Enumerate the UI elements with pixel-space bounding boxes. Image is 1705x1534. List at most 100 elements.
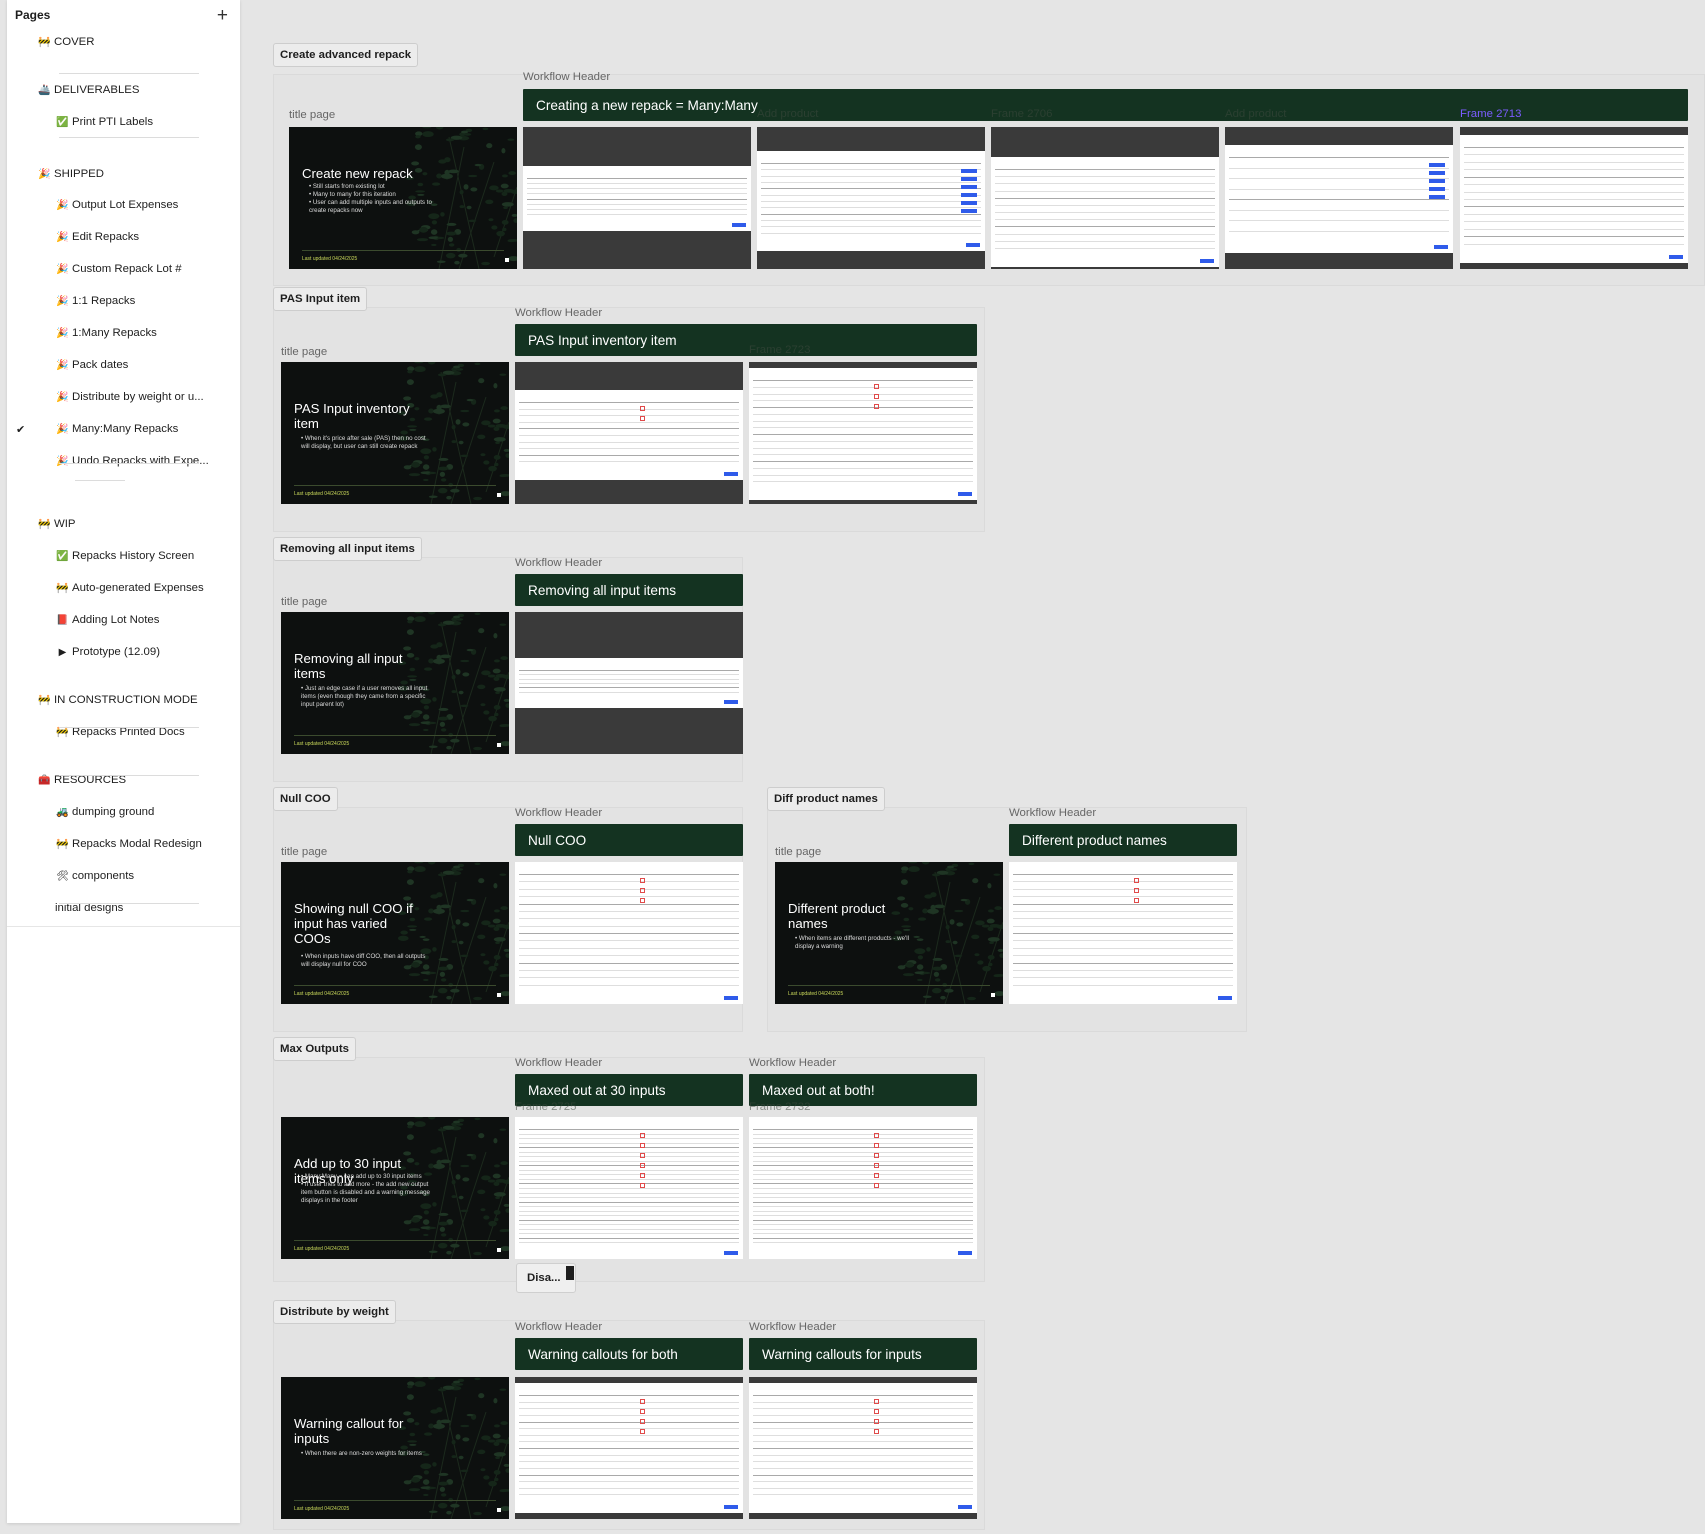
page-item-label: IN CONSTRUCTION MODE bbox=[54, 694, 198, 706]
screen-thumbnail[interactable] bbox=[515, 862, 743, 1004]
table-row bbox=[519, 1183, 739, 1185]
title-page-card[interactable]: Showing null COO if input has varied COO… bbox=[281, 862, 509, 1004]
page-item[interactable]: 🎉 Custom Repack Lot # bbox=[7, 258, 240, 280]
leaf-shape bbox=[453, 615, 461, 619]
screen-thumbnail[interactable] bbox=[749, 1117, 977, 1259]
title-page-card[interactable]: Removing all input items • Just an edge c… bbox=[281, 612, 509, 754]
table-row bbox=[753, 1151, 973, 1153]
workflow-header[interactable]: Warning callouts for both bbox=[515, 1338, 743, 1370]
disabled-tooltip[interactable]: Disa... bbox=[516, 1263, 576, 1293]
workflow-header[interactable]: Null COO bbox=[515, 824, 743, 856]
workflow-header[interactable]: PAS Input inventory item bbox=[515, 324, 977, 356]
screen-thumbnail[interactable] bbox=[523, 127, 751, 269]
page-item[interactable]: 🚧 Auto-generated Expenses bbox=[7, 577, 240, 599]
page-item[interactable]: 🎉 Distribute by weight or u... bbox=[7, 386, 240, 408]
leaf-shape bbox=[495, 924, 507, 928]
leaf-shape bbox=[922, 995, 932, 999]
section-label[interactable]: Removing all input items bbox=[273, 537, 422, 561]
page-item[interactable]: 🚧 Repacks Modal Redesign bbox=[7, 833, 240, 855]
title-page-card[interactable]: Different product names • When items are … bbox=[775, 862, 1003, 1004]
table-row bbox=[753, 393, 973, 395]
page-item[interactable]: 🚧 Repacks Printed Docs bbox=[7, 721, 240, 743]
table-row bbox=[519, 1156, 739, 1158]
page-item-label: 1:1 Repacks bbox=[72, 295, 136, 307]
page-item[interactable]: ✅ Print PTI Labels bbox=[7, 111, 240, 133]
section-label[interactable]: PAS Input item bbox=[273, 287, 368, 311]
screen-thumbnail[interactable] bbox=[749, 362, 977, 504]
page-item[interactable]: ✅ Repacks History Screen bbox=[7, 545, 240, 567]
page-item[interactable]: ✔ 🎉 Many:Many Repacks bbox=[7, 418, 240, 440]
leaf-shape bbox=[493, 1164, 500, 1168]
leaf-shape bbox=[495, 674, 507, 678]
screen-thumbnail[interactable] bbox=[515, 1377, 743, 1519]
page-item[interactable]: ▶ Prototype (12.09) bbox=[7, 641, 240, 663]
leaf-shape bbox=[500, 1506, 509, 1512]
page-item[interactable]: 🚧 COVER bbox=[7, 32, 240, 53]
leaf-shape bbox=[450, 1503, 460, 1508]
leaf-shape bbox=[408, 1228, 421, 1232]
screen-thumbnail[interactable] bbox=[1225, 127, 1453, 269]
page-item[interactable]: 🎉 SHIPPED bbox=[7, 163, 240, 185]
page-item[interactable]: 🎉 Undo Repacks with Expe... bbox=[7, 450, 240, 472]
section-label[interactable]: Null COO bbox=[273, 787, 338, 811]
page-item[interactable]: 🎉 1:1 Repacks bbox=[7, 290, 240, 312]
page-item[interactable]: initial designs bbox=[7, 897, 240, 919]
leaf-shape bbox=[954, 954, 963, 958]
page-item[interactable]: 🧰 RESOURCES bbox=[7, 769, 240, 791]
page-item[interactable]: 🎉 Pack dates bbox=[7, 354, 240, 376]
title-page-card[interactable]: Warning callout for inputs • When there a… bbox=[281, 1377, 509, 1519]
workflow-header[interactable]: Different product names bbox=[1009, 824, 1237, 856]
screen-thumbnail[interactable] bbox=[1460, 127, 1688, 269]
page-item[interactable]: 🎉 Edit Repacks bbox=[7, 226, 240, 248]
section-label[interactable]: Create advanced repack bbox=[273, 43, 419, 67]
leaf-shape bbox=[455, 618, 464, 621]
workflow-header[interactable]: Removing all input items bbox=[515, 574, 743, 606]
leaf-shape bbox=[493, 1192, 506, 1197]
title-page-card[interactable]: PAS Input inventory item • When it's pric… bbox=[281, 362, 509, 504]
leaf-shape bbox=[451, 1195, 457, 1199]
page-item[interactable]: 🎉 Output Lot Expenses bbox=[7, 194, 240, 216]
table-row bbox=[519, 1151, 739, 1153]
screen-thumbnail[interactable] bbox=[749, 1377, 977, 1519]
page-item[interactable]: 🚢 DELIVERABLES bbox=[7, 79, 240, 101]
section-label[interactable]: Max Outputs bbox=[273, 1037, 356, 1061]
table-row bbox=[519, 1441, 739, 1443]
table-row bbox=[519, 1206, 739, 1208]
page-item[interactable]: 🎉 1:Many Repacks bbox=[7, 322, 240, 344]
section-label[interactable]: Diff product names bbox=[767, 787, 885, 811]
table-row bbox=[753, 1395, 973, 1396]
title-page-card[interactable]: Create new repack • Still starts from exi… bbox=[289, 127, 517, 269]
leaf-shape bbox=[446, 222, 457, 226]
leaf-shape bbox=[493, 454, 501, 460]
page-item[interactable]: 🚧 WIP bbox=[7, 513, 240, 535]
pages-list[interactable]: 🚧 COVER 🚢 DELIVERABLES ✅ Print PTI Labels 🎉 SHI… bbox=[7, 32, 240, 927]
screen-thumbnail[interactable] bbox=[1009, 862, 1237, 1004]
table-row bbox=[1464, 191, 1684, 193]
screen-thumbnail[interactable] bbox=[757, 127, 985, 269]
section-label[interactable]: Distribute by weight bbox=[273, 1300, 396, 1324]
table-row bbox=[753, 1174, 973, 1176]
leaf-shape bbox=[505, 453, 509, 458]
table-row bbox=[761, 182, 981, 183]
plus-icon[interactable]: + bbox=[217, 6, 228, 25]
page-item[interactable]: 📕 Adding Lot Notes bbox=[7, 609, 240, 631]
page-item[interactable]: 🛠 components bbox=[7, 865, 240, 887]
table-row bbox=[753, 1228, 973, 1230]
screen-thumbnail[interactable] bbox=[991, 127, 1219, 269]
leaf-shape bbox=[403, 646, 412, 651]
frame-label: Frame 2725 bbox=[515, 1101, 577, 1113]
table-row bbox=[753, 1242, 973, 1244]
page-item[interactable]: 🚜 dumping ground bbox=[7, 801, 240, 823]
page-item[interactable]: 🚧 IN CONSTRUCTION MODE bbox=[7, 689, 240, 711]
leaf-shape bbox=[917, 978, 923, 982]
screen-thumbnail[interactable] bbox=[515, 362, 743, 504]
title-page-card[interactable]: Add up to 30 input items only • Many:Many… bbox=[281, 1117, 509, 1259]
screen-thumbnail[interactable] bbox=[515, 1117, 743, 1259]
leaf-shape bbox=[500, 406, 508, 411]
leaf-shape bbox=[433, 1423, 445, 1429]
workflow-header[interactable]: Warning callouts for inputs bbox=[749, 1338, 977, 1370]
card-updated: Last updated 04/24/2025 bbox=[294, 1246, 350, 1252]
card-updated: Last updated 04/24/2025 bbox=[788, 991, 844, 997]
screen-thumbnail[interactable] bbox=[515, 612, 743, 754]
leaf-shape bbox=[994, 906, 1002, 911]
